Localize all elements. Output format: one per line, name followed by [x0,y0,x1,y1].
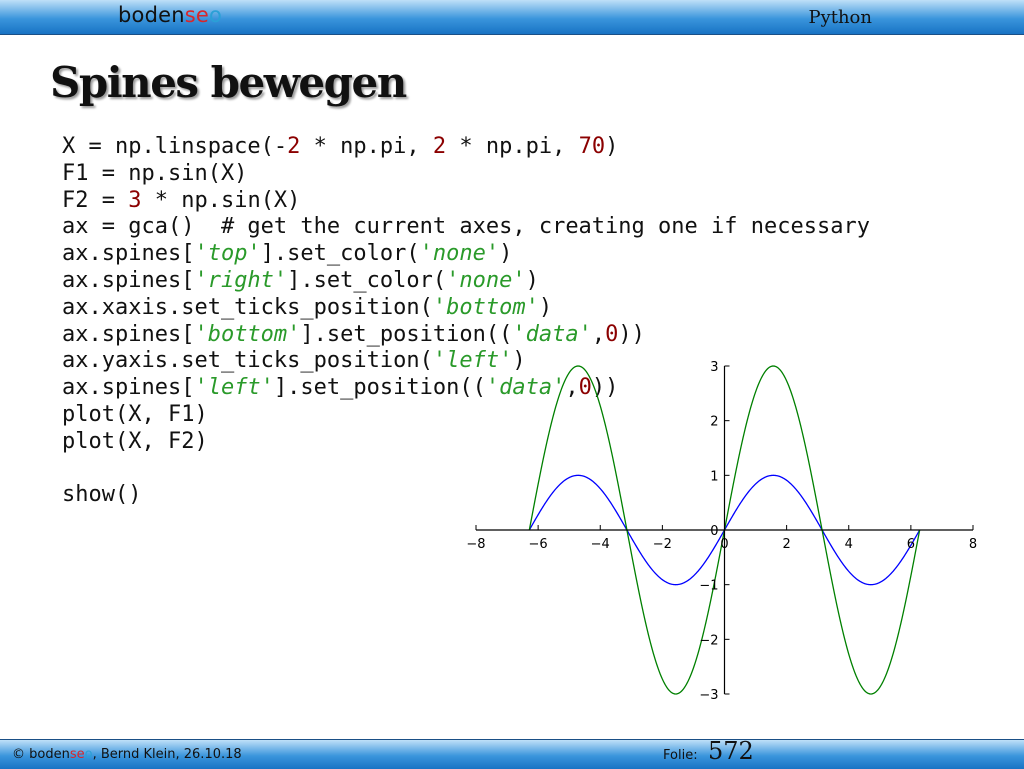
code-line: ax.spines['top'].set_color('none') [62,241,870,268]
code-token: ].set_position(( [274,375,486,400]
code-token: )) [618,322,645,347]
code-token: 'bottom' [433,295,539,320]
code-token: ax.spines[ [62,322,194,347]
x-tick-label: −6 [529,537,548,552]
code-token: 'top' [194,241,260,266]
code-token: ) [539,295,552,320]
x-tick-label: 6 [907,537,915,552]
header-bar: bodenseo Python [0,0,1024,35]
y-tick-label: −1 [699,579,718,594]
y-tick-label: 1 [710,469,718,484]
code-token: 70 [579,134,606,159]
code-token: 'none' [446,268,525,293]
code-line: X = np.linspace(-2 * np.pi, 2 * np.pi, 7… [62,134,870,161]
code-token: X = np.linspace(- [62,134,287,159]
code-token: 'bottom' [194,322,300,347]
x-tick-label: 0 [720,537,728,552]
code-token: ].set_position(( [300,322,512,347]
code-token: ax.yaxis.set_ticks_position( [62,348,433,373]
bodenseo-logo: bodenseo [118,3,222,27]
code-line: F1 = np.sin(X) [62,161,870,188]
x-tick-label: −2 [653,537,672,552]
code-token: 'right' [194,268,287,293]
y-tick-label: 0 [710,524,718,539]
code-token: ) [526,268,539,293]
code-token: F1 = np.sin(X) [62,161,247,186]
code-token: , [592,322,605,347]
code-token: ax.spines[ [62,241,194,266]
code-token: 0 [605,322,618,347]
code-line: ax.xaxis.set_ticks_position('bottom') [62,295,870,322]
code-token: ) [605,134,618,159]
x-tick-label: 8 [969,537,977,552]
code-line: ax.spines['right'].set_color('none') [62,268,870,295]
code-token: ].set_color( [287,268,446,293]
y-tick-label: 2 [710,415,718,430]
code-token: ax.spines[ [62,268,194,293]
footer-bar: © bodenseo, Bernd Klein, 26.10.18 Folie:… [0,739,1024,769]
slide-number: 572 [708,737,754,765]
slide-number-label: Folie: [663,748,698,763]
code-token: * np.pi, [300,134,432,159]
code-token: * np.sin(X) [141,188,300,213]
x-tick-label: 4 [845,537,853,552]
y-tick-label: −3 [699,688,718,703]
code-token: plot(X, F1) [62,402,208,427]
code-token: 2 [287,134,300,159]
x-tick-label: 2 [782,537,790,552]
code-token: 3 [128,188,141,213]
code-token: plot(X, F2) [62,429,208,454]
sine-chart: −8 −6 −4 −2 0 2 4 6 8 −3 −2 −1 0 1 2 3 [460,350,990,710]
code-token: ) [499,241,512,266]
code-token: 'left' [194,375,273,400]
code-token: F2 = [62,188,128,213]
code-token: 'none' [420,241,499,266]
code-token: 2 [433,134,446,159]
code-line: ax.spines['bottom'].set_position(('data'… [62,322,870,349]
code-token: ].set_color( [261,241,420,266]
code-token: ax = gca() # get the current axes, creat… [62,214,870,239]
code-token: ax.spines[ [62,375,194,400]
x-tick-label: −4 [591,537,610,552]
code-line: ax = gca() # get the current axes, creat… [62,214,870,241]
footer-credit: © bodenseo, Bernd Klein, 26.10.18 [12,747,242,762]
y-tick-label: −2 [699,633,718,648]
code-token: ax.xaxis.set_ticks_position( [62,295,433,320]
code-token: 'data' [512,322,591,347]
topic-label: Python [808,7,872,28]
x-tick-label: −8 [466,537,485,552]
code-token: show() [62,482,141,507]
code-token: * np.pi, [446,134,578,159]
code-line: F2 = 3 * np.sin(X) [62,188,870,215]
slide-title: Spines bewegen [50,58,406,107]
y-tick-label: 3 [710,360,718,375]
